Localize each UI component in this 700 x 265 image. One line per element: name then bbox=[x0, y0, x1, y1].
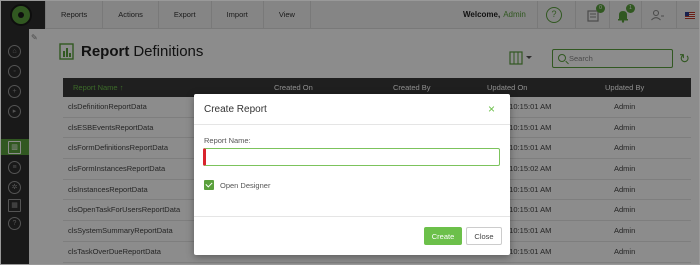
divider bbox=[194, 216, 510, 217]
create-report-dialog: Create Report × Report Name: Open Design… bbox=[194, 94, 510, 255]
dialog-title: Create Report bbox=[204, 104, 267, 115]
open-designer-checkbox[interactable] bbox=[204, 180, 214, 190]
app-window: Reports Actions Export Import View Welco… bbox=[0, 0, 700, 265]
close-icon[interactable]: × bbox=[488, 103, 495, 115]
report-name-label: Report Name: bbox=[204, 136, 251, 145]
open-designer-label[interactable]: Open Designer bbox=[220, 181, 270, 190]
close-button[interactable]: Close bbox=[466, 227, 502, 245]
report-name-field bbox=[203, 148, 500, 166]
report-name-input[interactable] bbox=[206, 149, 499, 165]
divider bbox=[194, 124, 510, 125]
create-button[interactable]: Create bbox=[424, 227, 462, 245]
